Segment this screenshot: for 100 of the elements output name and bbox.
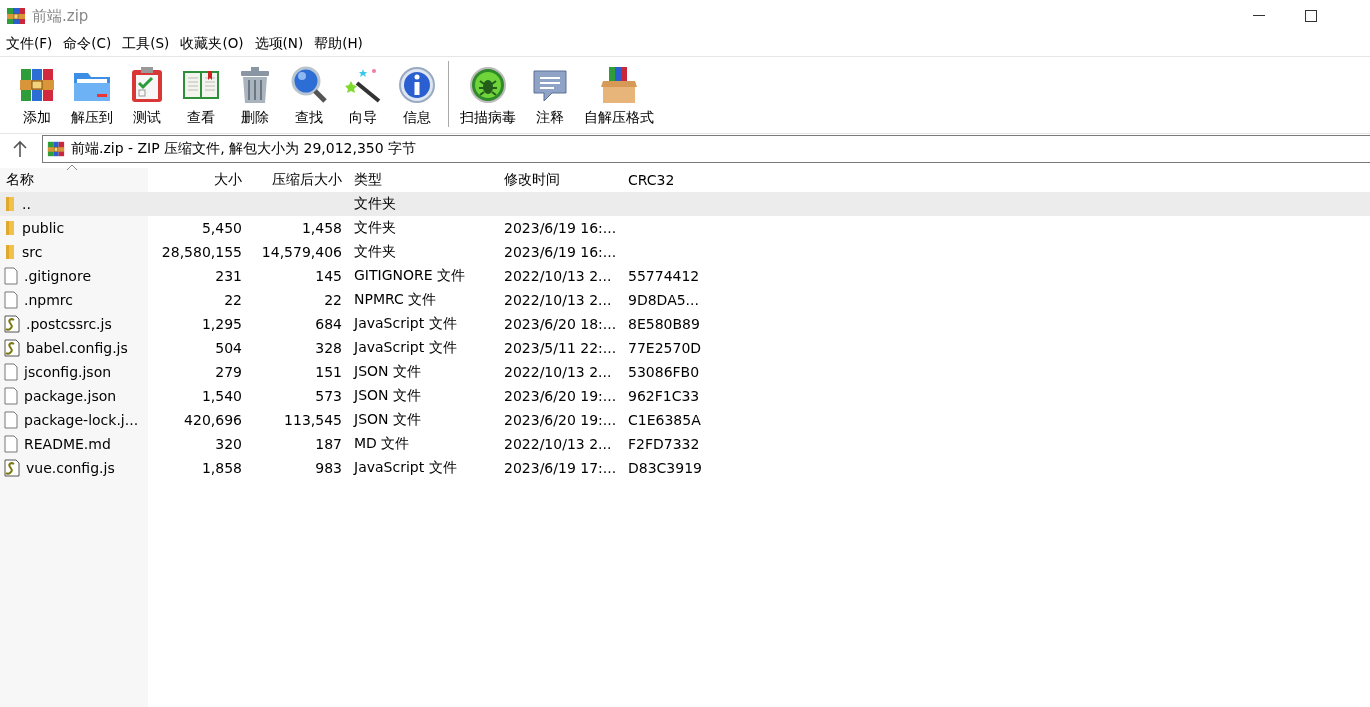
table-cell: NPMRC 文件 [354, 291, 437, 309]
file-row[interactable]: jsconfig.json 279 151 JSON 文件 2022/10/13 2... 53086FB0 [0, 360, 1370, 384]
file-name[interactable]: src [22, 244, 43, 260]
folder-icon [4, 220, 16, 236]
table-cell: 2023/5/11 22:... [504, 340, 617, 356]
file-icon [4, 411, 18, 429]
file-row[interactable]: .gitignore 231 145 GITIGNORE 文件 2022/10/13 2... 55774412 [0, 264, 1370, 288]
table-cell: 文件夹 [354, 219, 396, 237]
table-cell: 2022/10/13 2... [504, 364, 612, 380]
table-cell: 2023/6/19 16:... [504, 244, 617, 260]
table-cell: 279 [215, 364, 242, 380]
table-cell: GITIGNORE 文件 [354, 267, 466, 285]
file-row[interactable]: vue.config.js 1,858 983 JavaScript 文件 2023/6/19 17:... D83C3919 [0, 456, 1370, 480]
toolbar-button[interactable]: 信息 [390, 61, 444, 133]
menu-item[interactable]: 文件(F) [2, 35, 60, 53]
table-cell: 962F1C33 [628, 388, 700, 404]
table-cell: JavaScript 文件 [354, 339, 457, 357]
minimize-icon[interactable] [1253, 15, 1265, 17]
table-cell: 187 [315, 436, 342, 452]
folder-icon [4, 244, 16, 260]
table-cell: 328 [315, 340, 342, 356]
toolbar-button[interactable]: 查看 [174, 61, 228, 133]
file-name[interactable]: .. [22, 196, 31, 212]
table-cell: 231 [215, 268, 242, 284]
script-file-icon [4, 315, 20, 333]
table-cell: 2022/10/13 2... [504, 268, 612, 284]
menu-item[interactable]: 命令(C) [59, 35, 119, 53]
table-cell: D83C3919 [628, 460, 702, 476]
table-cell: 53086FB0 [628, 364, 700, 380]
table-cell: JavaScript 文件 [354, 459, 457, 477]
table-cell: 9D8DA5... [628, 292, 699, 308]
bug-icon [468, 65, 508, 105]
file-row[interactable]: babel.config.js 504 328 JavaScript 文件 2023/5/11 22:... 77E2570D [0, 336, 1370, 360]
window-title: 前端.zip [32, 6, 89, 26]
address-field[interactable]: 前端.zip - ZIP 压缩文件, 解包大小为 29,012,350 字节 [42, 135, 1370, 163]
table-cell: MD 文件 [354, 435, 410, 453]
file-name[interactable]: public [22, 220, 65, 236]
file-row[interactable]: package-lock.j... 420,696 113,545 JSON 文件 2023/6/20 19:... C1E6385A [0, 408, 1370, 432]
archive-icon [6, 6, 26, 26]
info-icon [397, 65, 437, 105]
maximize-icon[interactable] [1305, 10, 1317, 22]
table-cell: 420,696 [184, 412, 242, 428]
table-cell: 684 [315, 316, 342, 332]
toolbar-button[interactable]: 删除 [228, 61, 282, 133]
table-cell: 5,450 [201, 220, 242, 236]
table-cell: 2022/10/13 2... [504, 436, 612, 452]
file-icon [4, 435, 18, 453]
menu-item[interactable]: 收藏夹(O) [176, 35, 251, 53]
toolbar-button[interactable]: 查找 [282, 61, 336, 133]
table-cell: 文件夹 [354, 195, 396, 213]
toolbar-button[interactable]: 测试 [120, 61, 174, 133]
table-cell: JavaScript 文件 [354, 315, 457, 333]
script-file-icon [4, 459, 20, 477]
column-header[interactable]: 名称 [0, 168, 148, 192]
menu-item[interactable]: 工具(S) [118, 35, 177, 53]
table-cell: 22 [224, 292, 242, 308]
magnifier-icon [289, 65, 329, 105]
menu-item[interactable]: 选项(N) [250, 35, 311, 53]
table-cell: JSON 文件 [354, 387, 421, 405]
table-cell: 2023/6/19 17:... [504, 460, 617, 476]
table-cell: JSON 文件 [354, 363, 421, 381]
table-cell: 983 [315, 460, 342, 476]
table-cell: 2023/6/20 18:... [504, 316, 617, 332]
table-cell: 14,579,406 [261, 244, 342, 260]
table-cell: 1,540 [201, 388, 242, 404]
file-row[interactable]: .npmrc 22 22 NPMRC 文件 2022/10/13 2... 9D8DA5... [0, 288, 1370, 312]
menu-item[interactable]: 帮助(H) [310, 35, 370, 53]
table-cell: 2023/6/19 16:... [504, 220, 617, 236]
table-cell: 2023/6/20 19:... [504, 412, 617, 428]
file-row[interactable]: .postcssrc.js 1,295 684 JavaScript 文件 2023/6/20 18:... 8E580B89 [0, 312, 1370, 336]
table-cell: 1,858 [201, 460, 242, 476]
table-cell: 504 [215, 340, 242, 356]
file-row[interactable]: README.md 320 187 MD 文件 2022/10/13 2... F2FD7332 [0, 432, 1370, 456]
table-cell: 2023/6/20 19:... [504, 388, 617, 404]
file-row[interactable]: package.json 1,540 573 JSON 文件 2023/6/20 19:... 962F1C33 [0, 384, 1370, 408]
sort-caret-icon [66, 164, 78, 171]
selected-row[interactable]: .. 文件夹 [0, 192, 1370, 216]
file-row[interactable]: src 28,580,155 14,579,406 文件夹 2023/6/19 16:... [0, 240, 1370, 264]
table-cell: 8E580B89 [628, 316, 700, 332]
table-cell: 28,580,155 [161, 244, 242, 260]
table-cell: 145 [315, 268, 342, 284]
table-cell: 55774412 [628, 268, 700, 284]
toolbar-button[interactable]: 解压到 [64, 61, 120, 133]
toolbar-button[interactable]: 自解压格式 [577, 61, 661, 133]
table-cell: 113,545 [284, 412, 342, 428]
file-icon [4, 387, 18, 405]
toolbar-button[interactable]: 添加 [10, 61, 64, 133]
table-cell: JSON 文件 [354, 411, 421, 429]
table-cell: 1,295 [201, 316, 242, 332]
file-icon [4, 363, 18, 381]
toolbar-button[interactable]: 注释 [523, 61, 577, 133]
file-icon [4, 291, 18, 309]
table-cell: 2022/10/13 2... [504, 292, 612, 308]
script-file-icon [4, 339, 20, 357]
file-row[interactable]: public 5,450 1,458 文件夹 2023/6/19 16:... [0, 216, 1370, 240]
table-cell: F2FD7332 [628, 436, 700, 452]
table-cell: 22 [324, 292, 342, 308]
toolbar-button[interactable]: 向导 [336, 61, 390, 133]
table-cell: 77E2570D [628, 340, 702, 356]
toolbar-button[interactable]: 扫描病毒 [453, 61, 523, 133]
